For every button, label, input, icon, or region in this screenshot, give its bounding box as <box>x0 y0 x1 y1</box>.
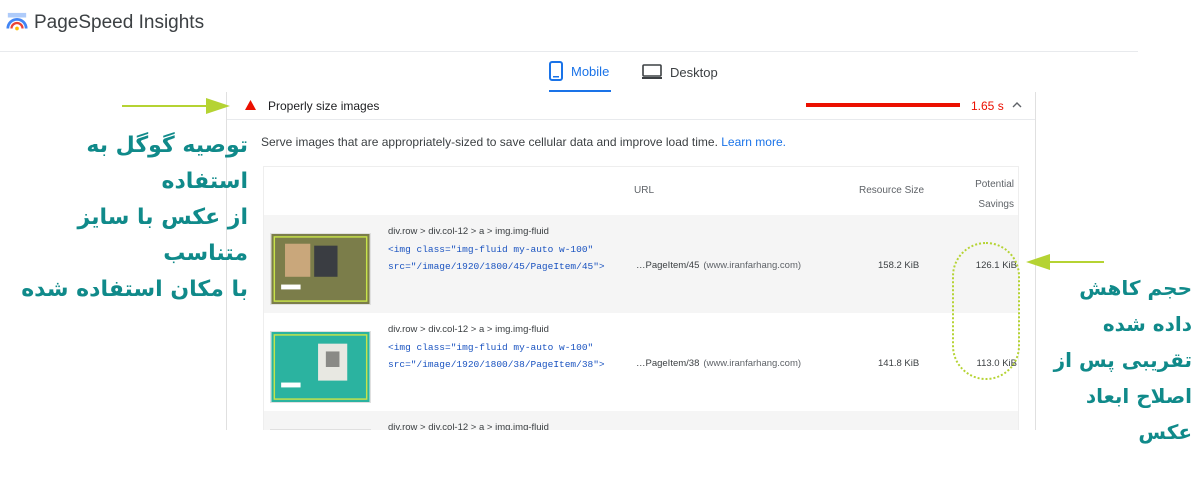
audit-description: Serve images that are appropriately-size… <box>261 135 786 149</box>
table-row: div.row > div.col-12 > a > img.img-fluid… <box>264 215 1018 313</box>
table-row: div.row > div.col-12 > a > img.img-fluid… <box>264 313 1018 411</box>
node-selector: div.row > div.col-12 > a > img.img-fluid <box>388 324 549 335</box>
audit-description-text: Serve images that are appropriately-size… <box>261 135 718 149</box>
app-header: PageSpeed Insights <box>0 0 1138 52</box>
tab-mobile[interactable]: Mobile <box>549 52 611 92</box>
red-triangle-icon <box>245 100 256 110</box>
mobile-phone-icon <box>549 61 563 81</box>
resource-url-path: …PageItem/45 <box>636 260 700 271</box>
thumbnail-image <box>270 331 371 403</box>
savings-time: 1.65 s <box>971 99 1004 113</box>
audit-title: Properly size images <box>268 99 380 113</box>
node-selector: div.row > div.col-12 > a > img.img-fluid <box>388 422 549 430</box>
column-header-url: URL <box>634 185 655 196</box>
audit-header[interactable]: Properly size images 1.65 s <box>227 92 1035 120</box>
resource-url-path: …PageItem/38 <box>636 358 700 369</box>
tab-desktop-label: Desktop <box>670 64 718 80</box>
annotation-note-right: حجم کاهش داده شده تقریبی پس از اصلاح ابع… <box>1054 270 1192 450</box>
annotation-line: حجم کاهش <box>1079 276 1192 300</box>
snippet-line: src="/image/1920/1800/38/PageItem/38"> <box>388 359 605 370</box>
table-row: div.row > div.col-12 > a > img.img-fluid <box>264 411 1018 430</box>
arrow-left-icon <box>1026 254 1104 270</box>
node-snippet: <img class="img-fluid my-auto w-100" src=… <box>388 339 605 373</box>
annotation-line: از عکس با سایز متناسب <box>77 205 248 266</box>
node-snippet: <img class="img-fluid my-auto w-100" src=… <box>388 241 605 275</box>
results-table: URL Resource Size Potential Savings div.… <box>263 166 1019 430</box>
column-header-resource-size: Resource Size <box>859 185 925 196</box>
savings-highlight <box>952 242 1020 380</box>
resource-url-host: (www.iranfarhang.com) <box>703 358 802 369</box>
annotation-line: با مکان استفاده شده <box>21 277 248 302</box>
column-header-potential-savings: Potential Savings <box>964 175 1014 215</box>
resource-url[interactable]: …PageItem/38 (www.iranfarhang.com) <box>636 358 801 369</box>
annotation-line: توصیه گوگل به استفاده <box>86 133 248 194</box>
savings-bar <box>806 103 960 107</box>
resource-size: 141.8 KiB <box>878 358 920 369</box>
column-header-savings-line2: Savings <box>978 199 1014 210</box>
app-title: PageSpeed Insights <box>34 12 205 33</box>
snippet-line: <img class="img-fluid my-auto w-100" <box>388 244 594 255</box>
thumbnail-image <box>270 429 371 430</box>
snippet-line: <img class="img-fluid my-auto w-100" <box>388 342 594 353</box>
resource-url[interactable]: …PageItem/45 (www.iranfarhang.com) <box>636 260 801 271</box>
tab-mobile-label: Mobile <box>571 63 610 79</box>
desktop-monitor-icon <box>642 64 662 79</box>
annotation-line: داده شده <box>1102 312 1192 336</box>
chevron-up-icon[interactable] <box>1012 101 1022 109</box>
arrow-right-icon <box>122 98 230 114</box>
annotation-line: عکس <box>1138 420 1192 444</box>
thumbnail-image <box>270 233 371 305</box>
annotation-note-left: توصیه گوگل به استفاده از عکس با سایز متن… <box>0 128 248 308</box>
annotation-line: تقریبی پس از <box>1053 348 1192 372</box>
snippet-line: src="/image/1920/1800/45/PageItem/45"> <box>388 261 605 272</box>
column-header-savings-line1: Potential <box>975 179 1014 190</box>
annotation-line: اصلاح ابعاد <box>1085 384 1192 408</box>
learn-more-link[interactable]: Learn more. <box>721 135 786 149</box>
resource-url-host: (www.iranfarhang.com) <box>703 260 802 271</box>
node-selector: div.row > div.col-12 > a > img.img-fluid <box>388 226 549 237</box>
tab-desktop[interactable]: Desktop <box>642 52 722 92</box>
resource-size: 158.2 KiB <box>878 260 920 271</box>
audit-panel: Properly size images 1.65 s Serve images… <box>226 92 1036 430</box>
pagespeed-logo-icon <box>6 12 28 31</box>
